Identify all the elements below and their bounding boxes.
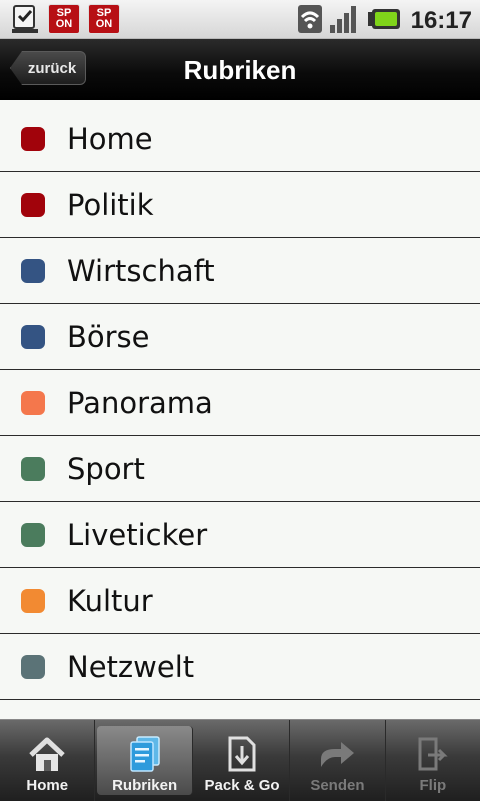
rubriken-icon [127, 735, 163, 773]
spon-notification-icon: SP ON [88, 4, 120, 34]
section-row[interactable]: Politik [0, 172, 480, 238]
section-color-marker [21, 258, 45, 283]
share-icon [317, 735, 357, 773]
section-color-marker [21, 126, 45, 151]
section-color-marker [21, 588, 45, 613]
spon-notification-icon: SP ON [48, 4, 80, 34]
section-row[interactable]: Liveticker [0, 502, 480, 568]
section-row[interactable]: Börse [0, 304, 480, 370]
section-row[interactable]: Netzwelt [0, 634, 480, 700]
section-label: Börse [67, 319, 150, 354]
spon-line2: ON [95, 18, 113, 30]
signal-icon [329, 4, 361, 38]
section-color-marker [21, 522, 45, 547]
tab-label: Rubriken [112, 777, 178, 794]
wifi-icon [297, 4, 323, 38]
section-row[interactable]: Wirtschaft [0, 238, 480, 304]
section-label: Wirtschaft [67, 253, 215, 288]
section-label: Kultur [67, 583, 153, 618]
download-complete-icon [10, 4, 40, 34]
notification-icons: SP ON SP ON [10, 4, 120, 34]
section-label: Liveticker [67, 517, 208, 552]
tab-senden[interactable]: Senden [290, 720, 386, 801]
section-color-marker [21, 456, 45, 481]
flip-icon [416, 735, 450, 773]
pack-go-icon [227, 735, 257, 773]
section-list: Home Politik Wirtschaft Börse Panorama Sport L… [0, 106, 480, 700]
section-row[interactable]: Sport [0, 436, 480, 502]
tab-label: Home [26, 777, 69, 794]
system-indicators: 16:17 [297, 4, 472, 38]
clock: 16:17 [410, 7, 472, 34]
battery-icon [367, 8, 401, 34]
page-title: Rubriken [183, 55, 297, 85]
section-label: Netzwelt [67, 649, 195, 684]
tab-label: Pack & Go [204, 777, 280, 794]
tab-pack-go[interactable]: Pack & Go [195, 720, 291, 801]
section-label: Home [67, 121, 153, 156]
section-color-marker [21, 192, 45, 217]
spon-line2: ON [55, 18, 73, 30]
title-bar: zurück Rubriken [0, 39, 480, 100]
tab-label: Senden [310, 777, 365, 794]
section-color-marker [21, 654, 45, 679]
section-label: Panorama [67, 385, 213, 420]
section-row[interactable]: Kultur [0, 568, 480, 634]
section-color-marker [21, 390, 45, 415]
home-icon [27, 735, 67, 773]
section-row[interactable]: Panorama [0, 370, 480, 436]
bottom-tab-bar: Home Rubriken Pack & Go Senden Flip [0, 719, 480, 801]
tab-flip[interactable]: Flip [386, 720, 480, 801]
tab-rubriken[interactable]: Rubriken [97, 726, 193, 795]
section-label: Sport [67, 451, 145, 486]
tab-label: Flip [419, 777, 447, 794]
tab-home[interactable]: Home [0, 720, 96, 801]
section-color-marker [21, 324, 45, 349]
section-row[interactable]: Home [0, 106, 480, 172]
status-bar: SP ON SP ON 16:17 [0, 0, 480, 39]
section-label: Politik [67, 187, 154, 222]
